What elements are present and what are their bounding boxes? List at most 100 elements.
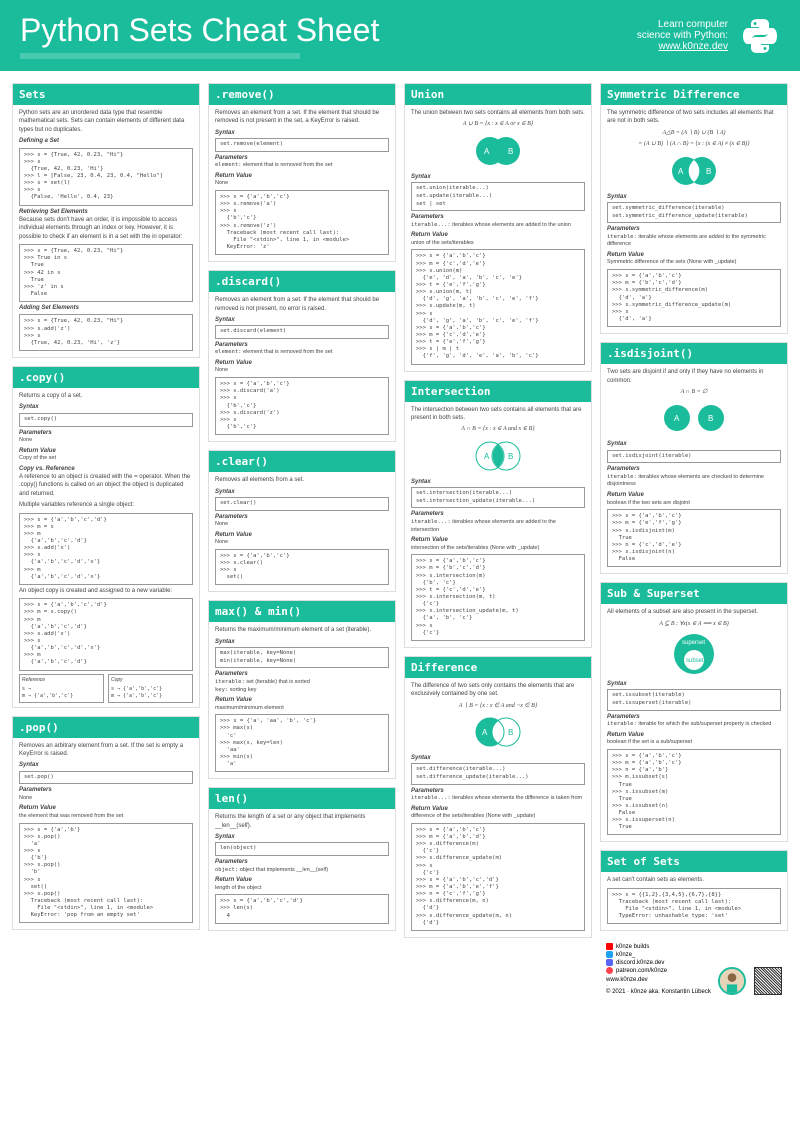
svg-text:subset: subset [686,658,704,664]
header-learn: Learn computer science with Python: www.… [637,19,728,52]
label-syntax: Syntax [215,488,389,496]
discord-icon [606,959,613,966]
venn-symdiff-icon: AB [607,153,781,189]
learn-text: Learn computer science with Python: [637,19,728,41]
svg-text:A: A [674,414,680,423]
venn-intersection-icon: AB [411,438,585,474]
label-params: Parameters [215,670,389,678]
remove-syntax: set.remove(element) [215,138,389,152]
card-maxmin: max() & min() Returns the maximum/minimu… [208,600,396,779]
column-3: Union The union between two sets contain… [404,83,592,999]
label-syntax: Syntax [19,403,193,411]
card-symdiff: Symmetric Difference The symmetric diffe… [600,83,788,334]
len-return: length of the object [215,885,389,893]
header-right: Learn computer science with Python: www.… [637,16,780,56]
label-params: Parameters [411,510,585,518]
card-title: len() [209,788,395,809]
card-sets: Sets Python sets are an unordered data t… [12,83,200,358]
socials: k0nze builds k0nze_ discord.k0nze.dev pa… [606,943,711,995]
remove-code: >>> s = {'a','b','c'} >>> s.remove('a') … [215,190,389,255]
page-header: Python Sets Cheat Sheet Learn computer s… [0,0,800,71]
twitter-icon [606,951,613,958]
footer-copyright: © 2021 · k0nze aka. Konstantin Lübeck [606,989,711,995]
pop-params: None [19,795,193,803]
subset-math: A ⊆ B : ∀x(x ∈ A ⟹ x ∈ B) [607,620,781,628]
setofsets-desc: A set can't contain sets as elements. [607,876,781,884]
union-code: >>> s = {'a','b','c'} >>> m = {'c','d','… [411,249,585,364]
intersection-desc: The intersection between two sets contai… [411,406,585,423]
label-return: Return Value [607,491,781,499]
card-subset: Sub & Superset All elements of a subset … [600,582,788,842]
symdiff-math1: A△B = (A ∖ B) ∪ (B ∖ A) [607,129,781,137]
card-title: .remove() [209,84,395,105]
label-adding: Adding Set Elements [19,304,193,312]
maxmin-return: maximum/minimum element [215,705,389,713]
label-return: Return Value [19,447,193,455]
label-syntax: Syntax [215,129,389,137]
label-params: Parameters [411,787,585,795]
label-return: Return Value [19,804,193,812]
intersection-code: >>> s = {'a','b','c'} >>> m = {'b','c','… [411,554,585,641]
pop-code: >>> s = {'a','b'} >>> s.pop() 'a' >>> s … [19,823,193,924]
remove-desc: Removes an element from a set. If the el… [215,109,389,126]
clear-code: >>> s = {'a','b','c'} >>> s.clear() >>> … [215,549,389,586]
column-1: Sets Python sets are an unordered data t… [12,83,200,999]
copy-params: None [19,437,193,445]
card-union: Union The union between two sets contain… [404,83,592,372]
sets-code2: >>> s = {True, 42, 0.23, "Hi"} >>> True … [19,244,193,302]
mult-ref: Multiple variables reference a single ob… [19,501,193,509]
label-params: Parameters [19,429,193,437]
card-intersection: Intersection The intersection between tw… [404,380,592,648]
card-len: len() Returns the length of a set or any… [208,787,396,930]
subset-syntax: set.issubset(iterable) set.issuperset(it… [607,689,781,710]
card-title: Set of Sets [601,851,787,872]
difference-desc: The difference of two sets only contains… [411,682,585,699]
isdisjoint-syntax: set.isdisjoint(iterable) [607,450,781,464]
card-pop: .pop() Removes an arbitrary element from… [12,716,200,931]
label-defining: Defining a Set [19,137,193,145]
card-title: Difference [405,657,591,678]
label-syntax: Syntax [411,478,585,486]
page-title: Python Sets Cheat Sheet [20,12,379,49]
author-avatar [718,967,746,995]
maxmin-syntax: max(iterable, key=None) min(iterable, ke… [215,647,389,668]
isdisjoint-return: boolean if the two sets are disjoint [607,500,781,508]
discard-return: None [215,367,389,375]
card-discard: .discard() Removes an element from a set… [208,270,396,442]
union-syntax: set.union(iterable...) set.update(iterab… [411,182,585,211]
card-copy: .copy() Returns a copy of a set. Syntax … [12,366,200,708]
pop-return: the element that was removed from the se… [19,813,193,821]
title-underline [20,53,300,59]
label-return: Return Value [215,531,389,539]
header-link[interactable]: www.k0nze.dev [659,41,728,52]
card-title: Sets [13,84,199,105]
intersection-return: intersection of the sets/iterables (None… [411,545,585,553]
isdisjoint-math: A ∩ B = ∅ [607,388,781,396]
svg-text:B: B [508,452,513,461]
label-syntax: Syntax [411,173,585,181]
clear-params: None [215,521,389,529]
union-return: union of the sets/iterables [411,240,585,248]
label-return: Return Value [607,731,781,739]
discard-syntax: set.discard(element) [215,325,389,339]
card-title: .clear() [209,451,395,472]
symdiff-code: >>> s = {'a','b','c'} >>> m = {'b','c','… [607,269,781,327]
copy-diagram: Copy s → {'a','b','c'}m → {'a','b','c'} [108,674,193,703]
venn-difference-icon: AB [411,714,585,750]
copy-code2: >>> s = {'a','b','c','d'} >>> m = s.copy… [19,598,193,670]
remove-return: None [215,180,389,188]
footer-url[interactable]: www.k0nze.dev [606,977,711,983]
union-desc: The union between two sets contains all … [411,109,585,117]
label-params: Parameters [607,465,781,473]
youtube-icon [606,943,613,950]
label-syntax: Syntax [215,833,389,841]
card-setofsets: Set of Sets A set can't contain sets as … [600,850,788,931]
setofsets-code: >>> s = {{1,2},{3,4,5},{6,7},{8}} Traceb… [607,888,781,925]
label-syntax: Syntax [607,193,781,201]
label-cvr: Copy vs. Reference [19,465,193,473]
obj-copy-label: An object copy is created and assigned t… [19,587,193,595]
label-return: Return Value [215,172,389,180]
subset-return: boolean if the set is a sub/superset [607,739,781,747]
label-params: Parameters [215,341,389,349]
card-title: .copy() [13,367,199,388]
